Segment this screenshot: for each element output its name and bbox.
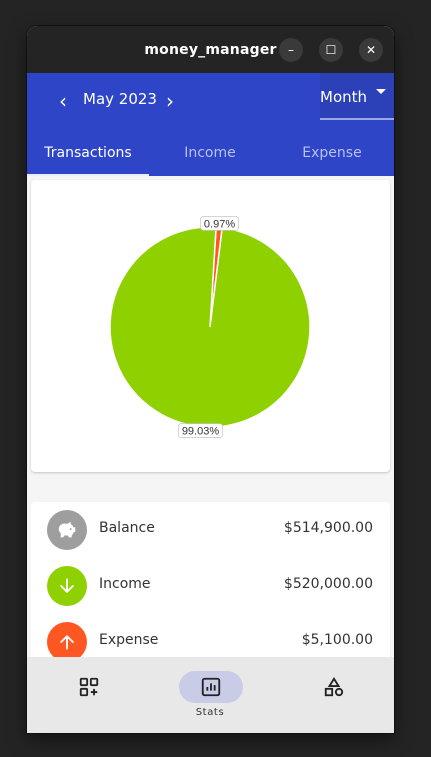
- app-window: money_manager – ☐ ✕ ‹ May 2023 › Month T…: [27, 26, 394, 733]
- shapes-icon: [324, 677, 344, 697]
- tab-income[interactable]: Income: [149, 129, 271, 176]
- nav-pill: [57, 671, 121, 703]
- pie-chart: 0.97% 99.03%: [109, 216, 311, 438]
- title-bar: money_manager – ☐ ✕: [27, 26, 394, 73]
- close-icon: ✕: [365, 43, 377, 57]
- close-button[interactable]: ✕: [359, 38, 383, 62]
- pie-slice-label: 99.03%: [177, 423, 223, 438]
- tab-expense[interactable]: Expense: [271, 129, 393, 176]
- period-dropdown[interactable]: Month: [320, 73, 394, 120]
- balance-label: Balance: [99, 520, 155, 536]
- tab-transactions[interactable]: Transactions: [27, 129, 149, 176]
- expense-value: $5,100.00: [301, 632, 373, 648]
- svg-text:0.97%: 0.97%: [204, 218, 235, 230]
- nav-add-widget[interactable]: [27, 657, 149, 733]
- piggy-bank-icon: [47, 510, 87, 550]
- next-month-button[interactable]: ›: [158, 89, 182, 113]
- nav-pill: [302, 671, 366, 703]
- window-title: money_manager: [144, 41, 277, 58]
- period-label: Month: [320, 88, 368, 106]
- dropdown-arrow-icon: [376, 89, 386, 94]
- bottom-navigation: Stats: [27, 657, 394, 733]
- previous-month-button[interactable]: ‹: [51, 89, 75, 113]
- minimize-icon: –: [288, 43, 294, 57]
- nav-pill: [179, 671, 243, 703]
- date-navigator: ‹ May 2023 › Month: [27, 73, 394, 129]
- nav-stats[interactable]: Stats: [149, 657, 271, 733]
- income-label: Income: [99, 576, 151, 592]
- balance-row: Balance $514,900.00: [31, 502, 390, 558]
- tab-bar: Transactions Income Expense: [27, 129, 394, 176]
- income-value: $520,000.00: [283, 576, 373, 592]
- summary-card: Balance $514,900.00 Income $520,000.00 E…: [31, 502, 390, 657]
- app-bar: ‹ May 2023 › Month Transactions Income E…: [27, 73, 394, 176]
- add-widget-icon: [79, 677, 99, 697]
- month-label: May 2023: [83, 90, 157, 108]
- stats-content: 0.97% 99.03% Balance $514,900.00 Income $…: [27, 176, 394, 657]
- svg-text:99.03%: 99.03%: [182, 426, 220, 438]
- nav-stats-label: Stats: [195, 707, 225, 718]
- maximize-icon: ☐: [325, 43, 337, 57]
- balance-value: $514,900.00: [283, 520, 373, 536]
- arrow-up-icon: [47, 622, 87, 657]
- maximize-button[interactable]: ☐: [319, 38, 343, 62]
- income-row: Income $520,000.00: [31, 558, 390, 614]
- minimize-button[interactable]: –: [279, 38, 303, 62]
- expense-row: Expense $5,100.00: [31, 614, 390, 657]
- pie-chart-card: 0.97% 99.03%: [31, 180, 390, 472]
- stats-icon: [201, 677, 221, 697]
- nav-shapes[interactable]: [272, 657, 394, 733]
- pie-slice-label: 0.97%: [200, 216, 239, 231]
- expense-label: Expense: [99, 632, 159, 648]
- arrow-down-icon: [47, 566, 87, 606]
- pie-slice: [109, 226, 311, 428]
